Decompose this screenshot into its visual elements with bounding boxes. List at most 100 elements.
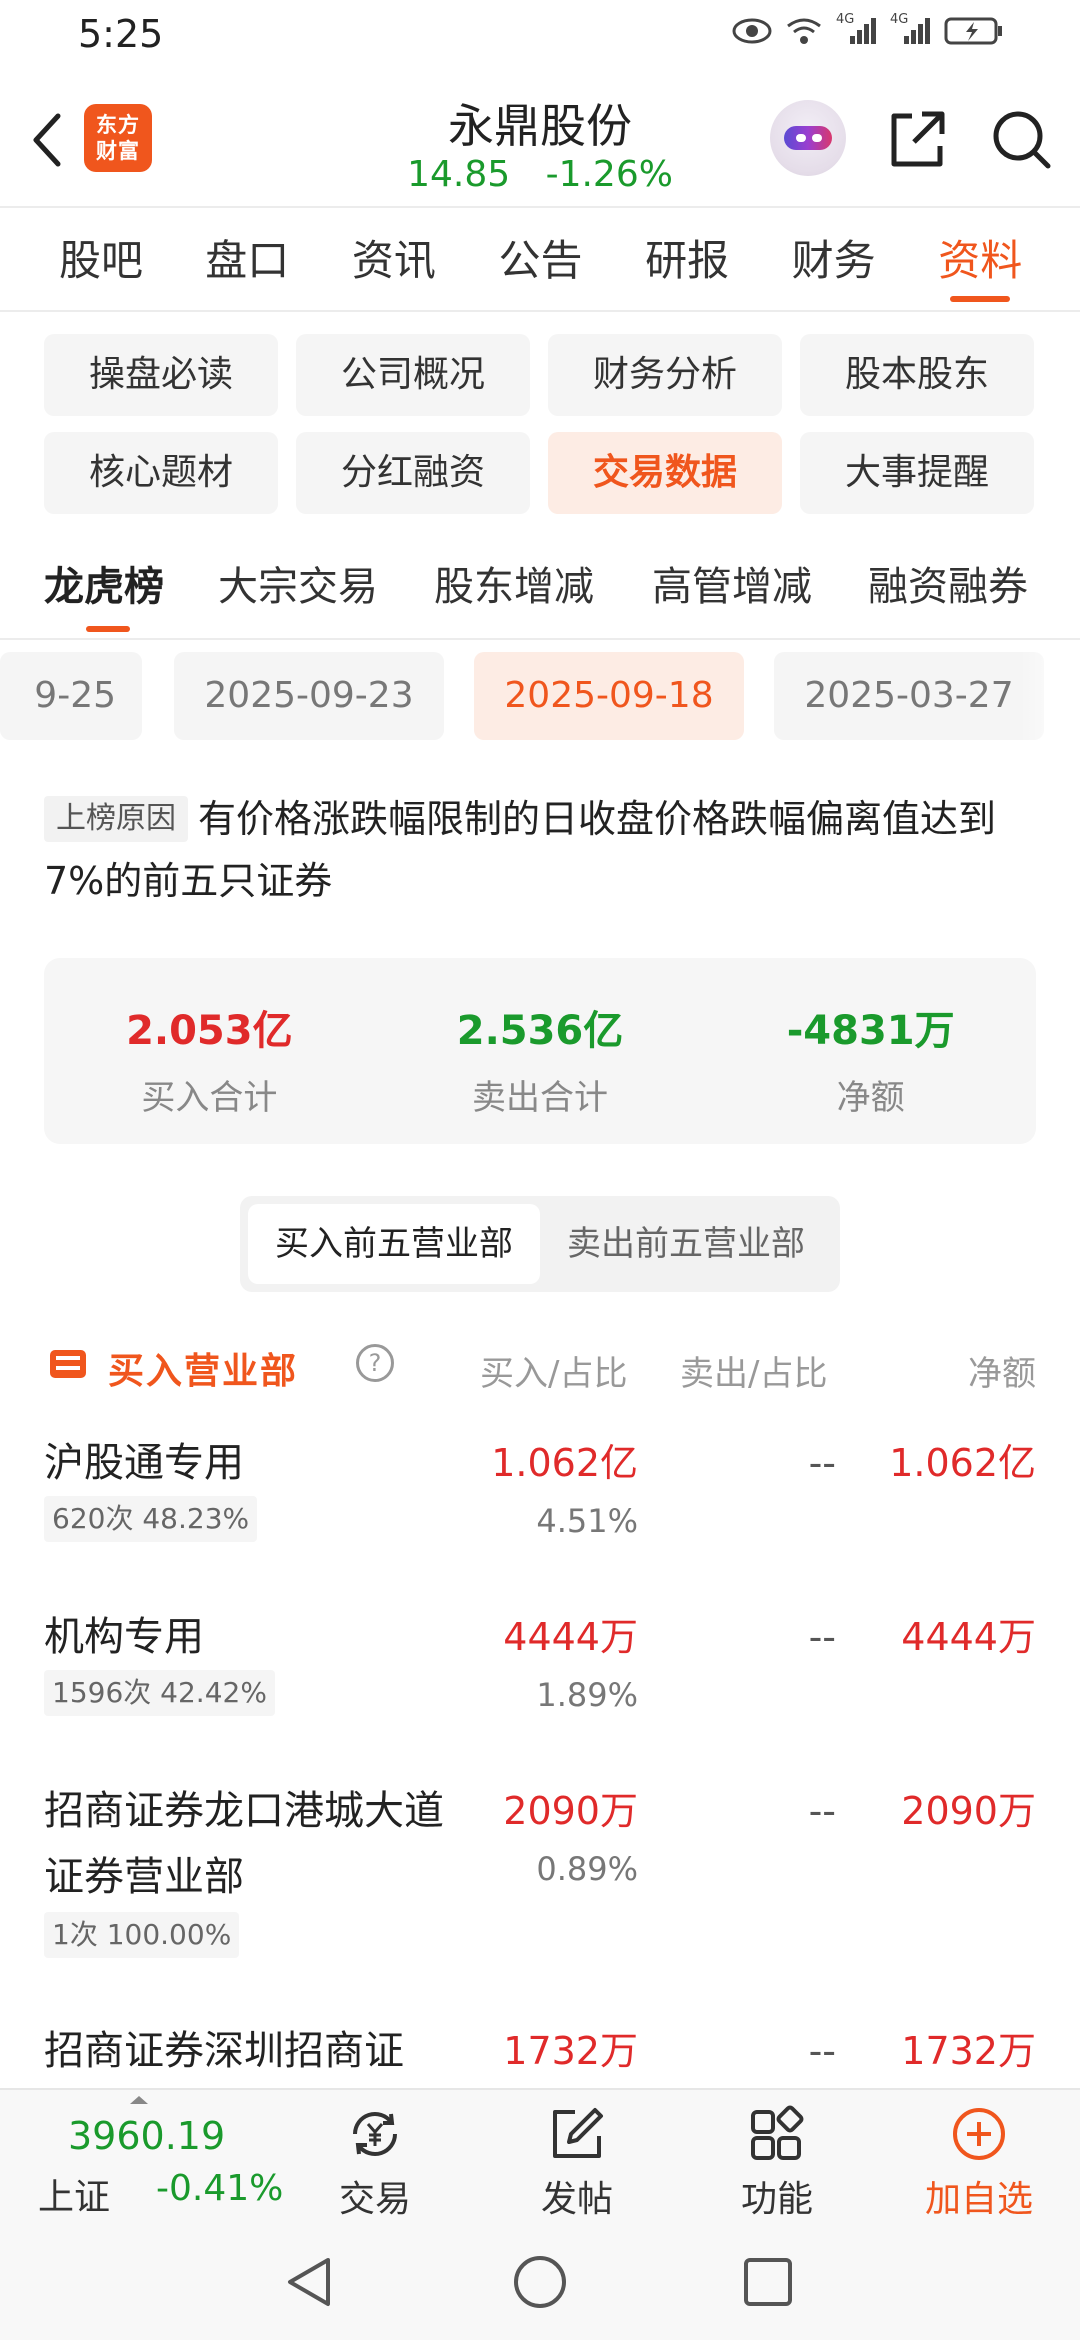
chip-company-overview[interactable]: 公司概况	[296, 334, 530, 416]
net-amount: 2090万	[901, 1789, 1036, 1833]
buy-total-value: 2.053亿	[126, 1008, 293, 1054]
nav-functions[interactable]: 功能	[702, 2090, 852, 2226]
reason-tag: 上榜原因	[44, 796, 188, 842]
chip-shareholders[interactable]: 股本股东	[800, 334, 1034, 416]
expand-up-icon	[130, 2096, 148, 2104]
eye-icon	[732, 18, 772, 44]
chip-events[interactable]: 大事提醒	[800, 432, 1034, 514]
nav-trade[interactable]: 交易	[300, 2090, 450, 2226]
chip-financial-analysis[interactable]: 财务分析	[548, 334, 782, 416]
summary-buy: 2.053亿 买入合计	[44, 958, 375, 1144]
date-chip[interactable]: 2025-09-23	[174, 652, 444, 740]
tab-profile[interactable]: 资料	[907, 206, 1054, 310]
buy-ratio: 0.89%	[536, 1850, 638, 1888]
edit-icon	[553, 2108, 603, 2158]
sell-amount: --	[808, 1789, 836, 1833]
summary-card: 2.053亿 买入合计 2.536亿 卖出合计 -4831万 净额	[44, 958, 1036, 1144]
index-change: -0.41%	[156, 2168, 284, 2209]
net-amount: 1.062亿	[889, 1441, 1036, 1485]
bottom-nav: 3960.19 上证 -0.41% 交易 发帖 功能 加自选	[0, 2088, 1080, 2224]
stock-change: -1.26%	[545, 154, 673, 195]
sell-amount: --	[808, 1615, 836, 1659]
date-chip[interactable]: 9-25	[0, 652, 142, 740]
sell-amount: --	[808, 1441, 836, 1485]
subtab-exec-change[interactable]: 高管增减	[652, 554, 812, 612]
nav-post-label: 发帖	[540, 2179, 613, 2220]
grid-icon	[751, 2105, 804, 2160]
tab-pankou[interactable]: 盘口	[174, 206, 321, 310]
sell-total-value: 2.536亿	[456, 1008, 624, 1054]
buy-amount: 1732万	[503, 2029, 638, 2073]
date-chip[interactable]: 2025-03-27	[774, 652, 1044, 740]
table-row[interactable]: 招商证券龙口港城大道证券营业部 1次 100.00% 2090万 0.89% -…	[0, 1778, 1080, 1958]
nav-add-watchlist-label: 加自选	[924, 2179, 1033, 2220]
date-chip-selected[interactable]: 2025-09-18	[474, 652, 744, 740]
chip-trading-data[interactable]: 交易数据	[548, 432, 782, 514]
buy-ratio: 1.89%	[536, 1676, 638, 1714]
tab-guba[interactable]: 股吧	[28, 206, 174, 310]
nav-trade-label: 交易	[338, 2179, 411, 2220]
broker-name: 招商证券深圳招商证	[44, 2028, 404, 2074]
system-nav-bar	[0, 2224, 1080, 2340]
net-amount: 4444万	[901, 1615, 1036, 1659]
segment-sell-top5[interactable]: 卖出前五营业部	[540, 1204, 832, 1284]
battery-icon	[944, 17, 1002, 45]
segment-buy-top5[interactable]: 买入前五营业部	[248, 1204, 540, 1284]
subtab-margin[interactable]: 融资融券	[868, 554, 1028, 612]
summary-net: -4831万 净额	[705, 958, 1036, 1144]
broker-stats-tag: 1次 100.00%	[44, 1912, 240, 1958]
system-home-icon[interactable]	[508, 2250, 572, 2314]
system-recents-icon[interactable]	[736, 2250, 800, 2314]
chip-core-themes[interactable]: 核心题材	[44, 432, 278, 514]
table-row[interactable]: 沪股通专用 620次 48.23% 1.062亿 4.51% -- 1.062亿	[0, 1430, 1080, 1580]
net-amount: 1732万	[901, 2029, 1036, 2073]
sell-total-label: 卖出合计	[472, 1078, 608, 1118]
table-row[interactable]: 招商证券深圳招商证 1732万 -- 1732万	[0, 2018, 1080, 2088]
chip-dividends[interactable]: 分红融资	[296, 432, 530, 514]
main-tabs: 股吧 盘口 资讯 公告 研报 财务 资料	[0, 206, 1080, 310]
share-icon[interactable]	[884, 106, 950, 172]
trade-icon	[353, 2112, 397, 2156]
col-buy-header: 买入/占比	[480, 1354, 628, 1394]
subtab-dragon-tiger[interactable]: 龙虎榜	[44, 554, 164, 612]
buy-ratio: 4.51%	[536, 1502, 638, 1540]
tab-finance[interactable]: 财务	[760, 206, 907, 310]
tab-news[interactable]: 资讯	[321, 206, 468, 310]
ai-assistant-icon[interactable]	[770, 100, 846, 176]
broker-name: 招商证券龙口港城大道证券营业部	[44, 1788, 444, 1900]
subtab-indicator	[86, 626, 130, 632]
status-icons: 4G 4G	[732, 12, 1004, 46]
date-fade	[1020, 652, 1080, 740]
stock-price: 14.85	[407, 154, 511, 195]
tab-announcements[interactable]: 公告	[467, 206, 614, 310]
stock-header: 东方 财富 永鼎股份 14.85 -1.26%	[0, 88, 1080, 208]
buy-total-label: 买入合计	[141, 1078, 278, 1118]
wifi-icon	[787, 18, 821, 44]
subtab-block-trade[interactable]: 大宗交易	[218, 554, 378, 612]
subtab-holder-change[interactable]: 股东增减	[434, 554, 594, 612]
system-back-icon[interactable]	[278, 2250, 342, 2314]
listing-reason: 上榜原因 有价格涨跌幅限制的日收盘价格跌幅偏离值达到7%的前五只证券	[44, 788, 1044, 912]
table-header: 买入营业部 ? 买入/占比 卖出/占比 净额	[0, 1338, 1080, 1394]
summary-sell: 2.536亿 卖出合计	[375, 958, 706, 1144]
search-icon[interactable]	[988, 106, 1054, 172]
buy-amount: 1.062亿	[491, 1441, 638, 1485]
table-row[interactable]: 机构专用 1596次 42.42% 4444万 1.89% -- 4444万	[0, 1604, 1080, 1754]
top5-toggle: 买入前五营业部 卖出前五营业部	[240, 1196, 840, 1292]
signal-4g-icon: 4G	[836, 12, 876, 46]
tab-research[interactable]: 研报	[614, 206, 761, 310]
buy-amount: 2090万	[503, 1789, 638, 1833]
tabs-divider	[0, 310, 1080, 312]
add-circle-icon	[953, 2108, 1005, 2160]
nav-post[interactable]: 发帖	[502, 2090, 652, 2226]
market-index[interactable]: 3960.19 上证 -0.41%	[0, 2090, 300, 2226]
broker-name: 机构专用	[44, 1614, 204, 1660]
signal-4g-icon-2: 4G	[890, 12, 930, 46]
broker-stats-tag: 620次 48.23%	[44, 1496, 258, 1542]
help-icon[interactable]: ?	[356, 1344, 394, 1382]
chip-must-read[interactable]: 操盘必读	[44, 334, 278, 416]
nav-add-watchlist[interactable]: 加自选	[904, 2090, 1054, 2226]
table-title: 买入营业部	[108, 1351, 299, 1392]
date-selector: 9-25 2025-09-23 2025-09-18 2025-03-27	[0, 652, 1080, 740]
col-net-header: 净额	[968, 1354, 1036, 1394]
